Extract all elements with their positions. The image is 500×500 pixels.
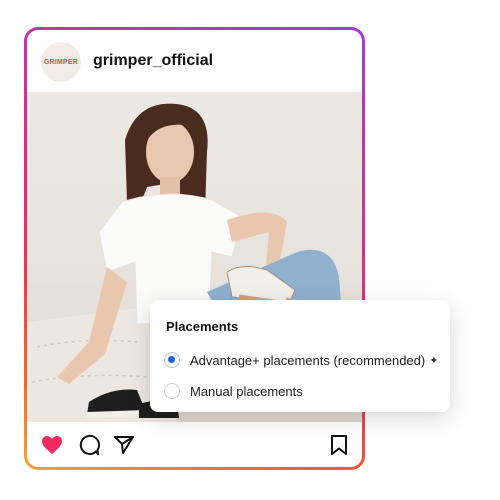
sparkle-icon: ✦ [429, 354, 439, 367]
radio-selected[interactable] [164, 352, 180, 368]
username[interactable]: grimper_official [93, 52, 213, 70]
share-icon[interactable] [112, 433, 136, 457]
option-label: Manual placements [190, 383, 303, 399]
placements-title: Placements [166, 319, 239, 334]
option-label: Advantage+ placements (recommended) [190, 352, 426, 368]
option-advantage-placements[interactable]: Advantage+ placements (recommended) ✦ [164, 352, 438, 368]
heart-icon[interactable] [40, 433, 64, 457]
option-manual-placements[interactable]: Manual placements [164, 383, 303, 399]
post-header: GRIMPER grimper_official [27, 30, 362, 92]
avatar-logo-text: GRIMPER [43, 58, 79, 66]
bookmark-icon[interactable] [327, 433, 351, 457]
avatar[interactable]: GRIMPER [41, 42, 81, 82]
radio-unselected[interactable] [164, 383, 180, 399]
comment-icon[interactable] [77, 433, 101, 457]
post-actions [27, 422, 362, 467]
placements-popup: Placements Advantage+ placements (recomm… [150, 300, 450, 412]
